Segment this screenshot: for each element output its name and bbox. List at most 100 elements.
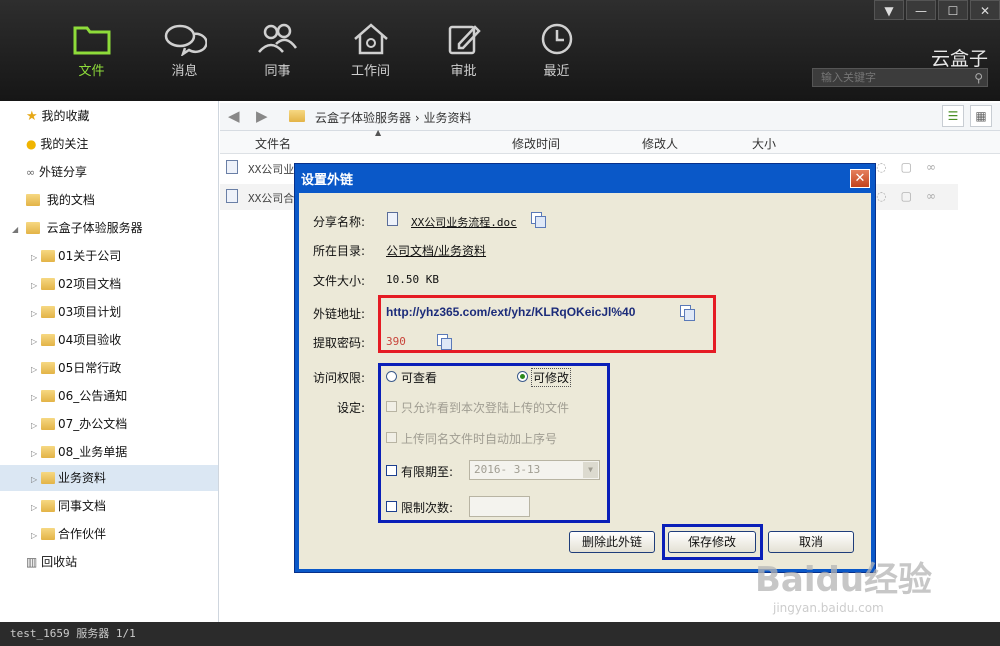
radio-view[interactable]: [386, 371, 397, 382]
minimize-button[interactable]: —: [906, 0, 936, 20]
nav-messages[interactable]: 消息: [138, 22, 231, 79]
copy-icon[interactable]: [680, 305, 695, 321]
people-icon: [257, 23, 297, 53]
delete-link-button[interactable]: 删除此外链: [569, 531, 655, 553]
nav-label: 工作间: [350, 64, 390, 79]
sidebar-item-folder-07[interactable]: ▷ 07_办公文档: [31, 411, 127, 437]
grid-view-icon[interactable]: ▦: [970, 105, 992, 127]
expire-date-picker[interactable]: 2016- 3-13 ▼: [469, 460, 600, 480]
column-modifier[interactable]: 修改人: [642, 135, 678, 152]
breadcrumb-current[interactable]: 业务资料: [423, 111, 471, 125]
breadcrumb: 云盒子体验服务器 › 业务资料: [315, 109, 472, 126]
collapse-arrow-icon[interactable]: ▷: [31, 413, 41, 439]
folder-icon: [41, 500, 55, 512]
sidebar-item-business-docs[interactable]: ▷ 业务资料: [0, 465, 218, 491]
doc-icon: [387, 212, 398, 226]
sidebar-item-following[interactable]: ● 我的关注: [26, 131, 88, 157]
sidebar-item-folder-03[interactable]: ▷ 03项目计划: [31, 299, 121, 325]
collapse-arrow-icon[interactable]: ▷: [31, 245, 41, 271]
collapse-arrow-icon[interactable]: ▷: [31, 495, 41, 521]
collapse-arrow-icon[interactable]: ▷: [31, 357, 41, 383]
sidebar-item-colleague-docs[interactable]: ▷ 同事文档: [31, 493, 106, 519]
directory-value[interactable]: 公司文档/业务资料: [386, 242, 486, 259]
column-modified-time[interactable]: 修改时间: [512, 135, 560, 152]
sidebar-item-folder-08[interactable]: ▷ 08_业务单据: [31, 439, 127, 465]
link-url-value[interactable]: http://yhz365.com/ext/yhz/KLRqOKeicJl%40: [386, 305, 635, 319]
link-icon[interactable]: ∞: [926, 189, 950, 203]
sidebar-item-folder-06[interactable]: ▷ 06_公告通知: [31, 383, 127, 409]
checkbox-limit-label[interactable]: 限制次数:: [401, 499, 453, 516]
share-name-value[interactable]: XX公司业务流程.doc: [411, 214, 517, 230]
folder-icon: [41, 418, 55, 430]
collapse-arrow-icon[interactable]: ▷: [31, 273, 41, 299]
radio-edit-label[interactable]: 可修改: [531, 368, 572, 387]
sidebar-item-my-docs[interactable]: 我的文档: [26, 187, 95, 213]
search-box[interactable]: ⚲: [812, 68, 988, 87]
checkbox-expire[interactable]: [386, 465, 397, 476]
close-window-button[interactable]: ✕: [970, 0, 1000, 20]
limit-count-input[interactable]: [469, 496, 530, 517]
collapse-arrow-icon[interactable]: ▷: [31, 523, 41, 549]
save-button[interactable]: 保存修改: [668, 531, 756, 553]
collapse-arrow-icon[interactable]: ▷: [31, 329, 41, 355]
nav-approval[interactable]: 审批: [417, 22, 510, 79]
checkbox-auto-seq[interactable]: [386, 432, 397, 443]
breadcrumb-root[interactable]: 云盒子体验服务器: [315, 111, 411, 125]
copy-icon[interactable]: [531, 212, 546, 228]
file-name: XX公司合: [248, 192, 295, 205]
sidebar-item-label: 外链分享: [39, 165, 88, 179]
search-input[interactable]: [819, 70, 963, 85]
folder-icon: [41, 334, 55, 346]
nav-recent[interactable]: 最近: [510, 22, 603, 79]
nav-colleagues[interactable]: 同事: [231, 22, 324, 79]
search-icon[interactable]: ⚲: [974, 70, 983, 87]
nav-files[interactable]: 文件: [45, 22, 138, 79]
bulb-icon[interactable]: ◌: [876, 189, 900, 203]
nav-label: 同事: [264, 64, 291, 79]
bulb-icon[interactable]: ◌: [876, 160, 900, 174]
sidebar-item-server[interactable]: ◢ 云盒子体验服务器: [12, 215, 143, 241]
sidebar: ★ 我的收藏 ● 我的关注 ∞ 外链分享 我的文档 ◢ 云盒子体验服务器 ▷ 01…: [0, 101, 219, 622]
collapse-arrow-icon[interactable]: ▷: [31, 467, 41, 493]
close-icon[interactable]: ✕: [850, 169, 870, 188]
lock-icon[interactable]: ▢: [901, 160, 926, 174]
sidebar-item-partners[interactable]: ▷ 合作伙伴: [31, 521, 106, 547]
copy-icon[interactable]: [437, 334, 452, 350]
nav-workspace[interactable]: 工作间: [324, 22, 417, 79]
nav-label: 消息: [171, 64, 198, 79]
checkbox-limit[interactable]: [386, 501, 397, 512]
collapse-arrow-icon[interactable]: ▷: [31, 385, 41, 411]
expand-arrow-icon[interactable]: ◢: [12, 217, 22, 243]
sidebar-item-favorites[interactable]: ★ 我的收藏: [26, 103, 90, 129]
radio-edit[interactable]: [517, 371, 528, 382]
column-size[interactable]: 大小: [752, 135, 776, 152]
folder-icon: [41, 306, 55, 318]
sidebar-item-label: 02项目文档: [58, 277, 122, 291]
maximize-button[interactable]: ☐: [938, 0, 968, 20]
expire-date-value: 2016- 3-13: [474, 463, 541, 476]
column-filename[interactable]: 文件名: [255, 135, 291, 152]
file-size-label: 文件大小:: [313, 274, 366, 288]
sidebar-item-folder-01[interactable]: ▷ 01关于公司: [31, 243, 121, 269]
sidebar-item-folder-02[interactable]: ▷ 02项目文档: [31, 271, 121, 297]
sidebar-item-external-links[interactable]: ∞ 外链分享: [26, 159, 87, 185]
collapse-arrow-icon[interactable]: ▷: [31, 301, 41, 327]
cancel-button[interactable]: 取消: [768, 531, 854, 553]
menu-dropdown-button[interactable]: ▼: [874, 0, 904, 20]
checkbox-expire-label[interactable]: 有限期至:: [401, 463, 453, 480]
chevron-down-icon[interactable]: ▼: [583, 462, 598, 478]
back-arrow-icon[interactable]: ◀: [228, 107, 240, 125]
list-view-icon[interactable]: ☰: [942, 105, 964, 127]
sidebar-item-recycle-bin[interactable]: ▥ 回收站: [26, 549, 77, 575]
sidebar-item-folder-05[interactable]: ▷ 05日常行政: [31, 355, 121, 381]
forward-arrow-icon[interactable]: ▶: [256, 107, 268, 125]
radio-view-label[interactable]: 可查看: [401, 369, 437, 386]
lock-icon[interactable]: ▢: [901, 189, 926, 203]
sidebar-item-folder-04[interactable]: ▷ 04项目验收: [31, 327, 121, 353]
checkbox-only-own-label: 只允许看到本次登陆上传的文件: [401, 401, 570, 415]
server-icon: [289, 110, 305, 122]
checkbox-only-own[interactable]: [386, 401, 397, 412]
link-icon[interactable]: ∞: [926, 160, 950, 174]
password-value[interactable]: 390: [386, 335, 406, 348]
collapse-arrow-icon[interactable]: ▷: [31, 441, 41, 467]
